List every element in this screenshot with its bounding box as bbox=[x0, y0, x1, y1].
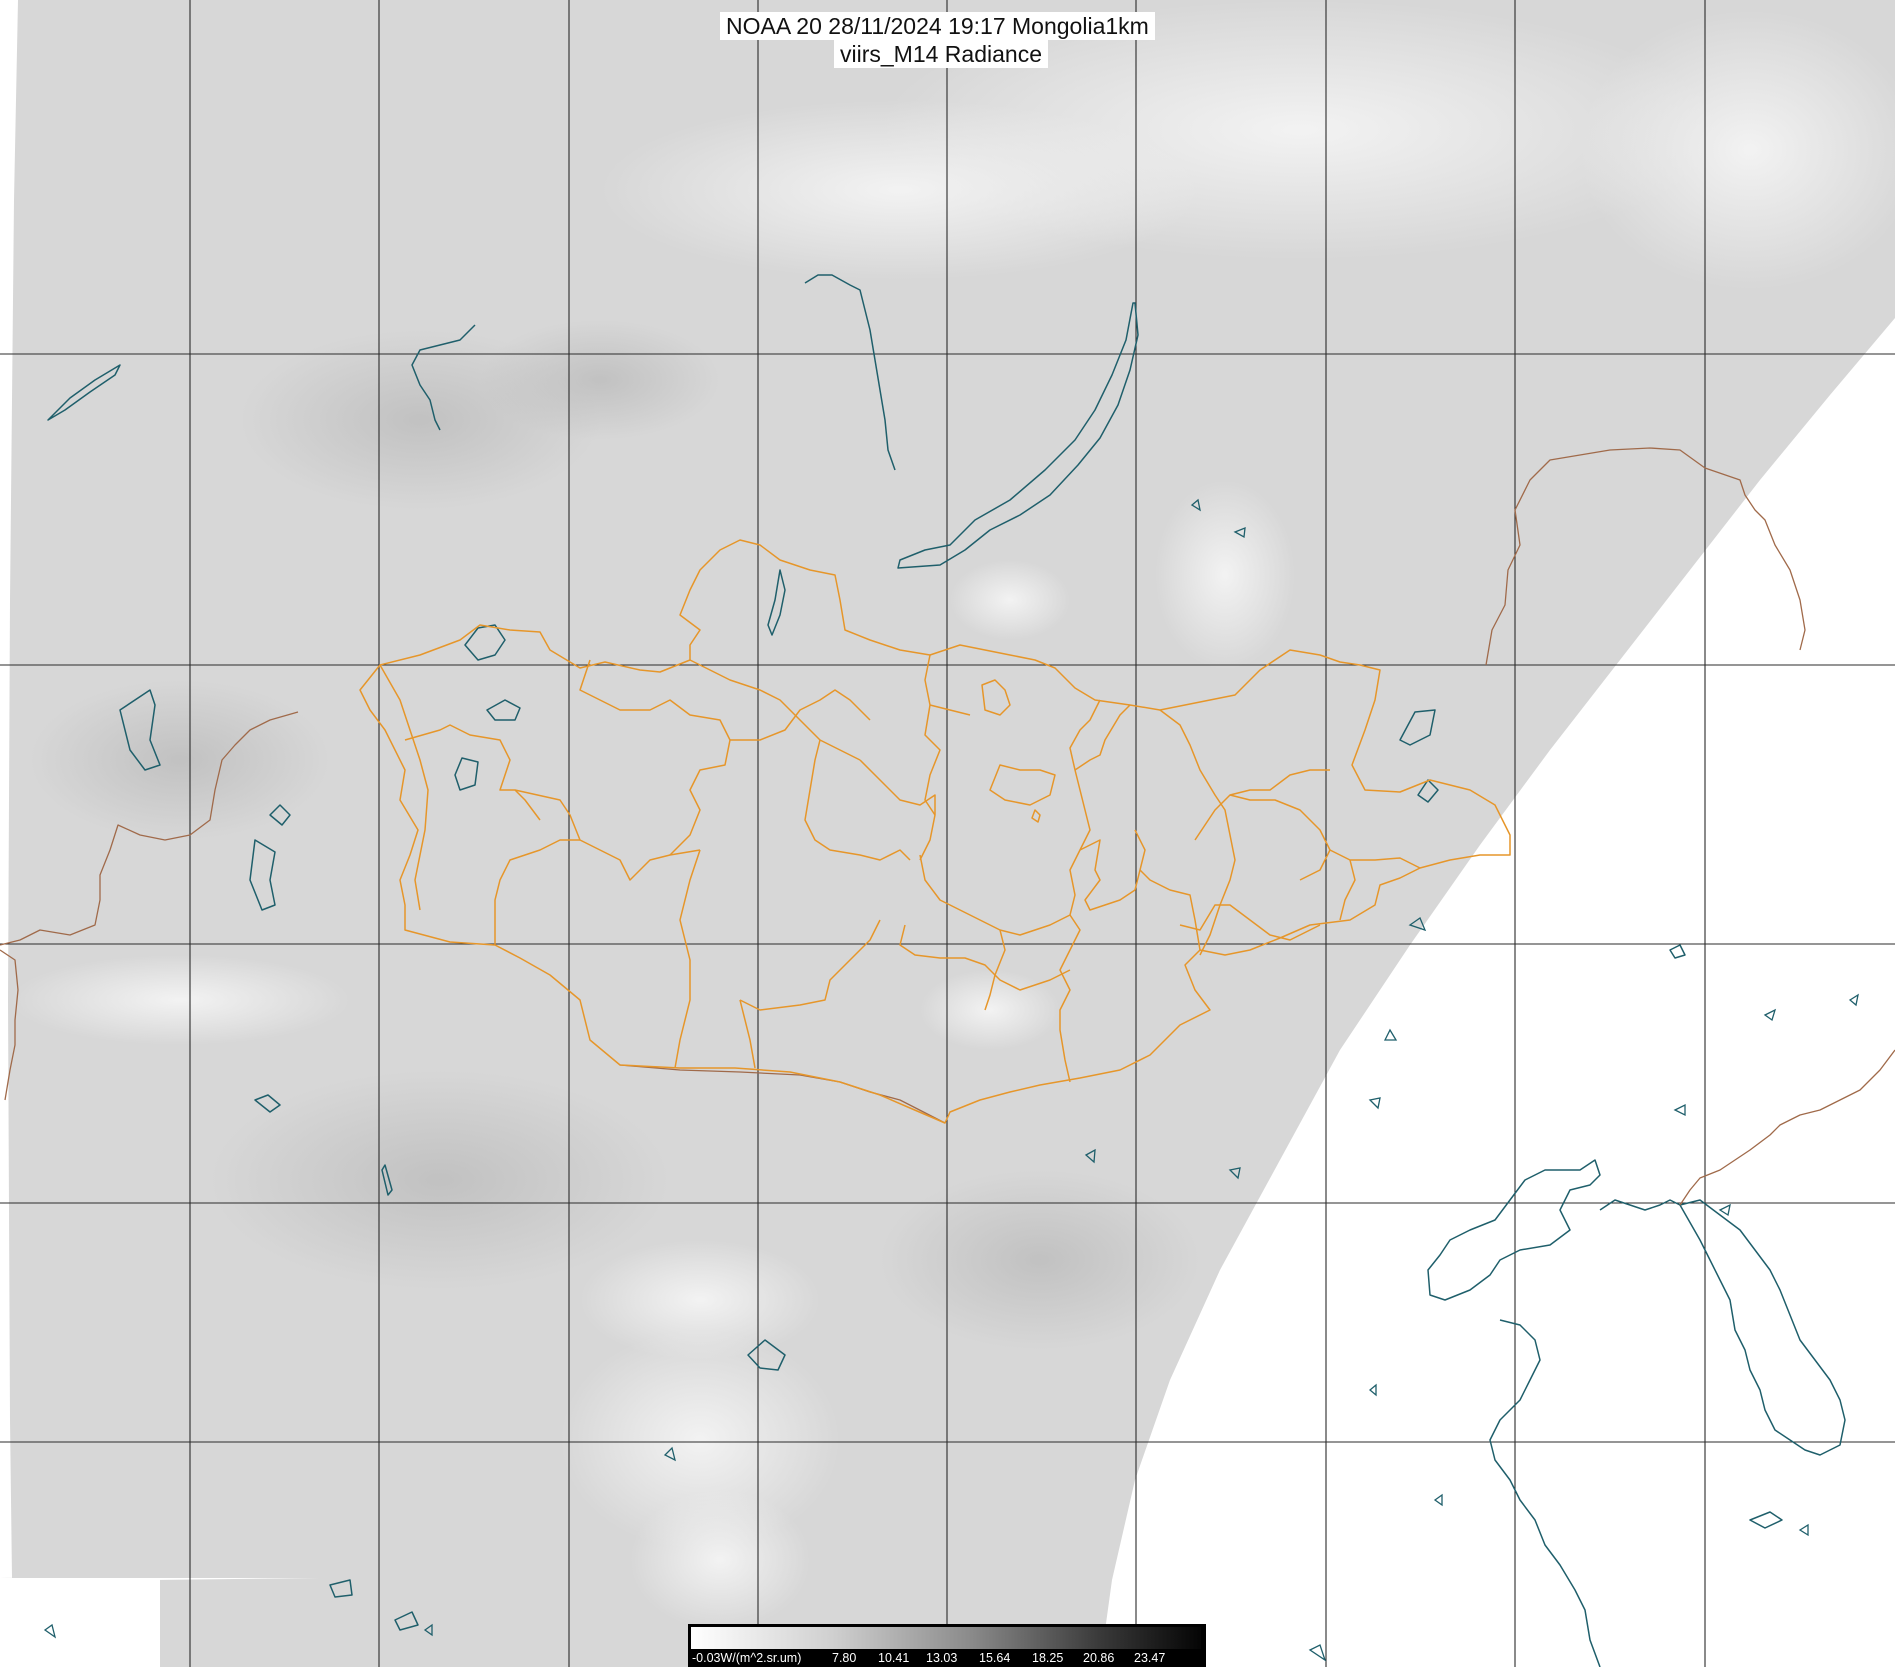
image-title-line-1: NOAA 20 28/11/2024 19:17 Mongolia1km bbox=[720, 12, 1155, 40]
colorbar-tick-label: 13.03 bbox=[926, 1651, 958, 1665]
colorbar-tick-label: 10.41 bbox=[878, 1651, 910, 1665]
colorbar-tick-label: 7.80 bbox=[832, 1651, 857, 1665]
colorbar-unit-label: -0.03W/(m^2.sr.um) bbox=[692, 1651, 802, 1665]
swath-bottom-strip bbox=[0, 1578, 160, 1667]
colorbar-ramp bbox=[691, 1627, 1201, 1649]
colorbar-tick-label: 20.86 bbox=[1083, 1651, 1115, 1665]
colorbar-tick-label: 15.64 bbox=[979, 1651, 1011, 1665]
colorbar-tick-label: 18.25 bbox=[1032, 1651, 1064, 1665]
colorbar-tick-label: 23.47 bbox=[1134, 1651, 1166, 1665]
colorbar-legend: -0.03W/(m^2.sr.um) 7.80 10.41 13.03 15.6… bbox=[688, 1624, 1206, 1667]
satellite-map bbox=[0, 0, 1895, 1667]
image-title-line-2: viirs_M14 Radiance bbox=[834, 40, 1048, 68]
